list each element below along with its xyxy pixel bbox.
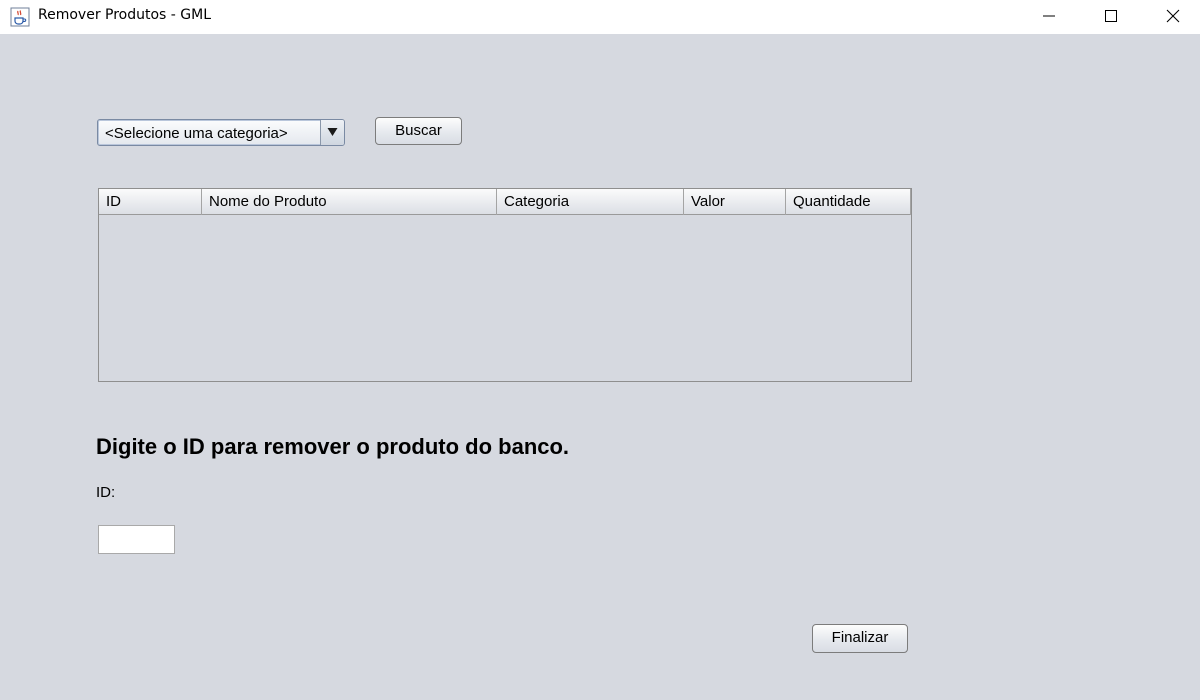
column-header-id[interactable]: ID — [99, 189, 202, 215]
finish-button[interactable]: Finalizar — [812, 624, 908, 653]
products-table[interactable]: ID Nome do Produto Categoria Valor Quant… — [98, 188, 912, 382]
table-header: ID Nome do Produto Categoria Valor Quant… — [99, 189, 911, 215]
column-header-product-name[interactable]: Nome do Produto — [202, 189, 497, 215]
minimize-button[interactable] — [1018, 0, 1080, 32]
id-label: ID: — [96, 484, 116, 501]
search-button[interactable]: Buscar — [375, 117, 462, 145]
dropdown-arrow-button[interactable] — [320, 120, 344, 145]
column-header-category[interactable]: Categoria — [497, 189, 684, 215]
column-header-quantity[interactable]: Quantidade — [786, 189, 911, 215]
triangle-down-icon — [327, 128, 338, 136]
category-select[interactable]: <Selecione uma categoria> — [97, 119, 345, 146]
title-bar: Remover Produtos - GML — [0, 0, 1200, 34]
java-cup-icon — [10, 7, 30, 27]
minimize-icon — [1043, 15, 1055, 17]
close-icon — [1166, 9, 1180, 23]
maximize-icon — [1105, 10, 1117, 22]
id-input[interactable] — [98, 525, 175, 554]
category-select-value: <Selecione uma categoria> — [105, 125, 288, 142]
close-button[interactable] — [1142, 0, 1200, 32]
maximize-button[interactable] — [1080, 0, 1142, 32]
remove-instructions-heading: Digite o ID para remover o produto do ba… — [96, 434, 570, 459]
window-title: Remover Produtos - GML — [38, 7, 212, 23]
column-header-value[interactable]: Valor — [684, 189, 786, 215]
